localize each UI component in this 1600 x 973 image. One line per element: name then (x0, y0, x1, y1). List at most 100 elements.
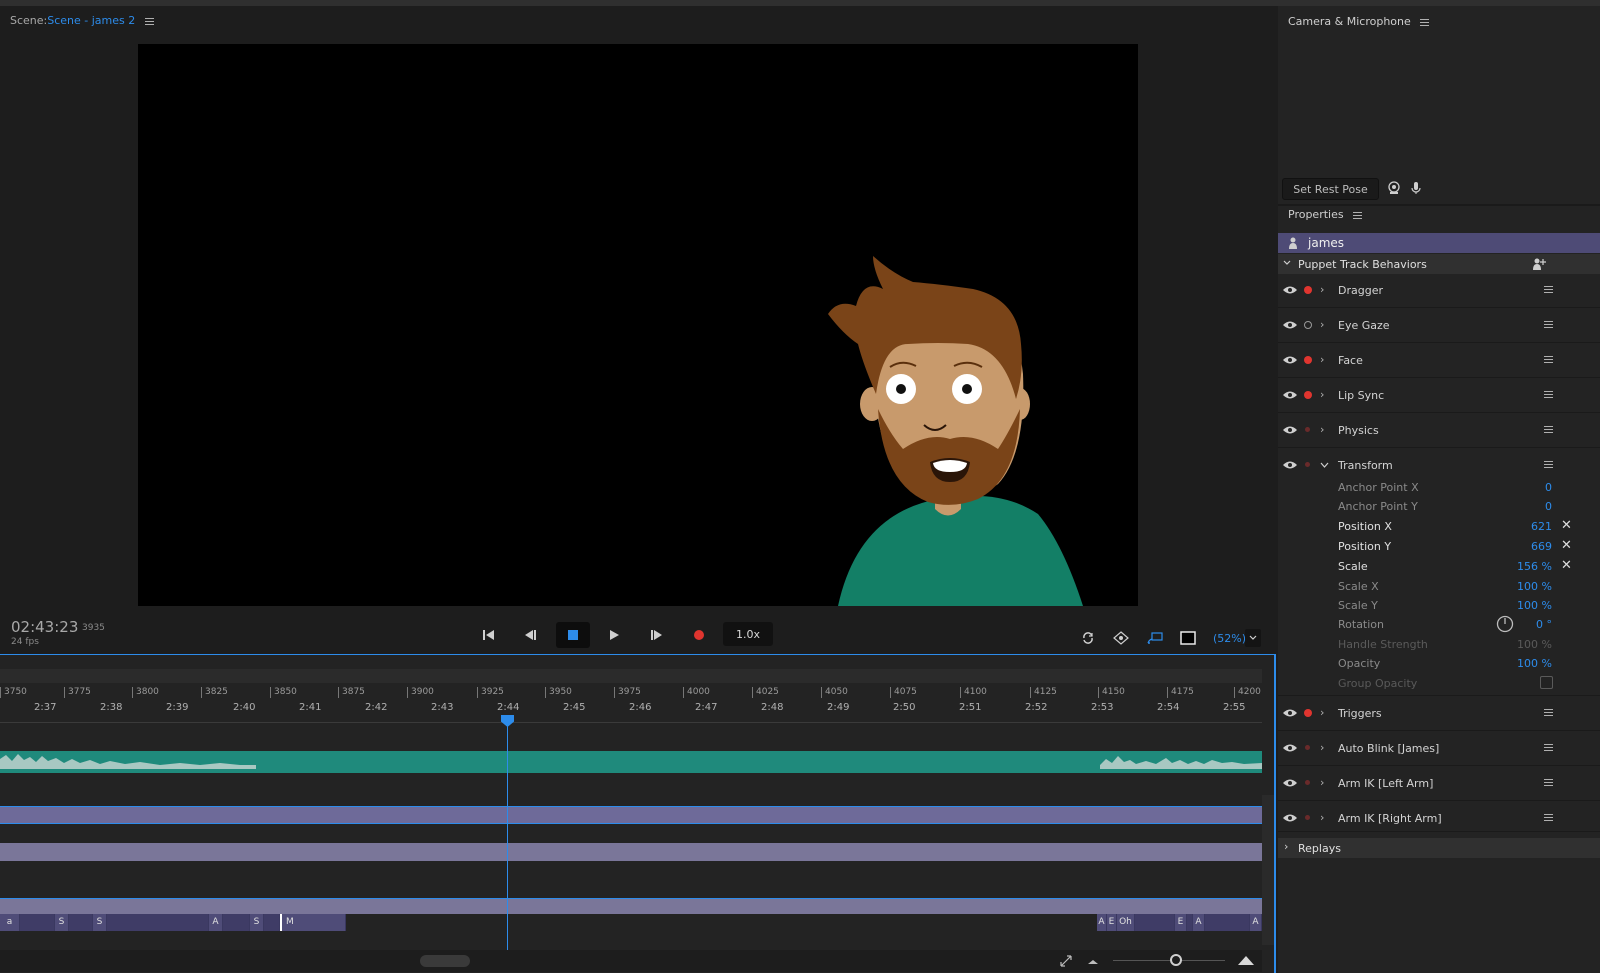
visibility-eye-icon[interactable] (1282, 424, 1298, 436)
arm-record-dot[interactable] (1304, 391, 1312, 399)
scene-menu-icon[interactable] (144, 16, 154, 27)
expand-chevron-icon[interactable]: › (1320, 283, 1324, 296)
viseme-block[interactable]: S (55, 914, 69, 931)
zoom-dropdown[interactable] (1245, 629, 1261, 647)
expand-chevron-icon[interactable]: › (1320, 776, 1324, 789)
arm-record-dot[interactable] (1304, 356, 1312, 364)
param-position-x[interactable]: Position X 621 ✕ (1278, 517, 1600, 537)
horizontal-scrollbar[interactable] (420, 955, 470, 967)
zoom-out-icon[interactable] (1087, 957, 1099, 965)
set-rest-pose-button[interactable]: Set Rest Pose (1282, 178, 1379, 200)
camera-toggle-button[interactable] (1386, 180, 1402, 196)
stream-output-button[interactable] (1144, 628, 1166, 648)
arm-record-dot[interactable] (1305, 745, 1310, 750)
expand-chevron-icon[interactable]: › (1320, 423, 1324, 436)
visibility-eye-icon[interactable] (1282, 284, 1298, 296)
playhead-line[interactable] (507, 723, 508, 950)
param-scale-x[interactable]: Scale X 100 % (1278, 577, 1600, 597)
param-value[interactable]: 156 % (1517, 560, 1552, 573)
param-scale[interactable]: Scale 156 % ✕ (1278, 557, 1600, 577)
param-value[interactable]: 100 % (1517, 599, 1552, 612)
replays-section-header[interactable]: › Replays (1278, 838, 1600, 858)
playhead-handle[interactable] (501, 715, 514, 727)
behavior-menu-icon[interactable] (1544, 286, 1553, 295)
viseme-track[interactable]: a S S A S M A E Oh E A A (0, 914, 1262, 931)
playback-speed-button[interactable]: 1.0x (723, 622, 773, 646)
param-scale-y[interactable]: Scale Y 100 % (1278, 596, 1600, 616)
behavior-row-physics[interactable]: › Physics (1278, 414, 1600, 448)
visibility-eye-icon[interactable] (1282, 319, 1298, 331)
arm-record-dot[interactable] (1305, 462, 1310, 467)
visibility-eye-icon[interactable] (1282, 812, 1298, 824)
zoom-level[interactable]: (52%) (1213, 632, 1246, 645)
param-group-opacity[interactable]: Group Opacity (1278, 674, 1600, 694)
vertical-scrollbar[interactable] (1262, 795, 1274, 945)
go-to-start-button[interactable] (476, 622, 502, 648)
behavior-row-arm-ik-right[interactable]: › Arm IK [Right Arm] (1278, 802, 1600, 832)
param-value[interactable]: 100 % (1517, 657, 1552, 670)
clear-recording-icon[interactable]: ✕ (1561, 558, 1572, 573)
puppet-track-behaviors-header[interactable]: Puppet Track Behaviors (1278, 254, 1600, 274)
behavior-menu-icon[interactable] (1544, 814, 1553, 823)
behavior-menu-icon[interactable] (1544, 356, 1553, 365)
behavior-row-arm-ik-left[interactable]: › Arm IK [Left Arm] (1278, 767, 1600, 801)
viseme-block[interactable] (223, 914, 250, 931)
visibility-eye-icon[interactable] (1282, 742, 1298, 754)
behavior-menu-icon[interactable] (1544, 391, 1553, 400)
viseme-block[interactable]: A (1250, 914, 1262, 931)
expand-chevron-icon[interactable]: › (1320, 741, 1324, 754)
clear-recording-icon[interactable]: ✕ (1561, 518, 1572, 533)
param-anchor-point-x[interactable]: Anchor Point X 0 (1278, 478, 1600, 498)
record-button[interactable] (686, 622, 712, 648)
puppet-character[interactable] (138, 44, 1138, 606)
param-rotation[interactable]: Rotation 0 ° (1278, 615, 1600, 635)
viseme-block[interactable]: E (1175, 914, 1187, 931)
arm-record-dot[interactable] (1304, 286, 1312, 294)
behavior-row-triggers[interactable]: › Triggers (1278, 697, 1600, 731)
zoom-in-icon[interactable] (1237, 954, 1255, 966)
behavior-row-lip-sync[interactable]: › Lip Sync (1278, 379, 1600, 413)
param-value[interactable]: 100 % (1517, 580, 1552, 593)
behavior-track[interactable] (0, 843, 1262, 861)
microphone-toggle-button[interactable] (1408, 180, 1424, 196)
param-value[interactable]: 0 (1545, 500, 1552, 513)
visibility-eye-icon[interactable] (1282, 389, 1298, 401)
visibility-eye-icon[interactable] (1282, 777, 1298, 789)
arm-record-dot[interactable] (1305, 427, 1310, 432)
behavior-row-auto-blink[interactable]: › Auto Blink [James] (1278, 732, 1600, 766)
param-anchor-point-y[interactable]: Anchor Point Y 0 (1278, 497, 1600, 517)
viseme-block[interactable]: Oh (1117, 914, 1135, 931)
arm-record-dot[interactable] (1304, 321, 1312, 329)
zoom-slider-handle[interactable] (1170, 954, 1182, 966)
viseme-block[interactable]: S (93, 914, 107, 931)
viseme-block[interactable]: E (1107, 914, 1117, 931)
viseme-block[interactable] (1135, 914, 1175, 931)
arm-record-dot[interactable] (1305, 780, 1310, 785)
camera-panel-menu-icon[interactable] (1420, 17, 1430, 28)
time-ruler[interactable]: 3750 3775 3800 3825 3850 3875 3900 3925 … (0, 683, 1262, 723)
zoom-slider-track[interactable] (1113, 960, 1225, 961)
param-value[interactable]: 0 ° (1536, 618, 1552, 631)
viseme-block[interactable] (20, 914, 55, 931)
visibility-eye-icon[interactable] (1282, 707, 1298, 719)
behavior-row-face[interactable]: › Face (1278, 344, 1600, 378)
behavior-row-dragger[interactable]: › Dragger (1278, 274, 1600, 308)
rig-mode-button[interactable] (1110, 628, 1132, 648)
behavior-menu-icon[interactable] (1544, 744, 1553, 753)
group-opacity-checkbox[interactable] (1540, 676, 1553, 689)
behavior-menu-icon[interactable] (1544, 321, 1553, 330)
rotation-dial-icon[interactable] (1496, 615, 1514, 633)
viseme-block[interactable]: M (280, 914, 346, 931)
add-behavior-icon[interactable] (1532, 257, 1546, 271)
viseme-block[interactable]: A (1097, 914, 1107, 931)
viseme-block[interactable] (107, 914, 209, 931)
param-value[interactable]: 669 (1531, 540, 1552, 553)
viseme-block[interactable] (264, 914, 280, 931)
expand-chevron-icon[interactable]: › (1320, 706, 1324, 719)
param-value[interactable]: 621 (1531, 520, 1552, 533)
puppet-name-bar[interactable]: james (1278, 233, 1600, 253)
loop-button[interactable] (1077, 628, 1099, 648)
expand-chevron-icon[interactable]: › (1320, 811, 1324, 824)
fit-timeline-icon[interactable] (1060, 955, 1072, 967)
lip-sync-track[interactable] (0, 898, 1262, 914)
